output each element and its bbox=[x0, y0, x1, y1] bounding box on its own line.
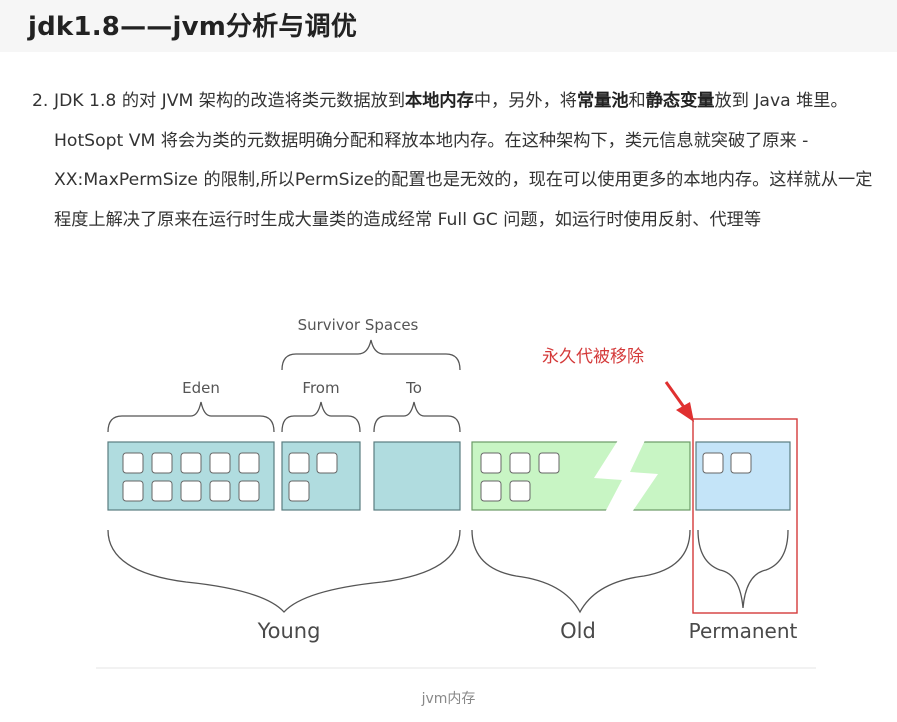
object-cell bbox=[122, 480, 144, 502]
text-segment: JDK 1.8 的对 JVM 架构的改造将类元数据放到 bbox=[54, 91, 406, 111]
paragraph-body: JDK 1.8 的对 JVM 架构的改造将类元数据放到本地内存中，另外，将常量池… bbox=[54, 82, 882, 240]
young-label: Young bbox=[257, 619, 321, 643]
old-label: Old bbox=[560, 619, 596, 643]
permanent-space bbox=[695, 441, 791, 511]
bold-constant-pool: 常量池 bbox=[576, 91, 629, 111]
page-header: jdk1.8——jvm分析与调优 bbox=[0, 0, 897, 52]
text-segment: 和 bbox=[628, 91, 646, 111]
text-segment: 中，另外，将 bbox=[473, 91, 577, 111]
jvm-memory-diagram: Survivor Spaces Eden From To 永久代被移除 Youn… bbox=[96, 292, 816, 670]
list-number: 2. bbox=[32, 91, 49, 111]
object-cell bbox=[209, 480, 231, 502]
eden-brace bbox=[107, 401, 275, 433]
permanent-label: Permanent bbox=[689, 619, 798, 643]
survivor-spaces-label: Survivor Spaces bbox=[298, 316, 419, 334]
bold-native-memory: 本地内存 bbox=[405, 91, 474, 111]
to-space bbox=[373, 441, 461, 511]
eden-label: Eden bbox=[182, 379, 220, 397]
arrow-icon bbox=[676, 402, 694, 422]
old-brace bbox=[471, 529, 691, 614]
permgen-removed-note: 永久代被移除 bbox=[542, 347, 644, 367]
arrow-shaft bbox=[664, 381, 688, 411]
from-brace bbox=[281, 401, 361, 433]
object-cell bbox=[288, 452, 310, 474]
permanent-brace bbox=[697, 529, 789, 609]
survivor-brace bbox=[281, 339, 461, 371]
object-cell bbox=[702, 452, 724, 474]
from-label: From bbox=[302, 379, 339, 397]
object-cell bbox=[509, 452, 531, 474]
object-cell bbox=[316, 452, 338, 474]
object-cell bbox=[180, 480, 202, 502]
bold-static-vars: 静态变量 bbox=[645, 91, 715, 111]
object-cell bbox=[151, 480, 173, 502]
object-cell bbox=[288, 480, 310, 502]
object-cell bbox=[238, 480, 260, 502]
object-cell bbox=[730, 452, 752, 474]
old-space bbox=[471, 441, 691, 511]
object-cell bbox=[509, 480, 531, 502]
object-cell bbox=[151, 452, 173, 474]
article-paragraph: 2. JDK 1.8 的对 JVM 架构的改造将类元数据放到本地内存中，另外，将… bbox=[32, 82, 882, 240]
object-cell bbox=[538, 452, 560, 474]
to-brace bbox=[373, 401, 461, 433]
object-cell bbox=[180, 452, 202, 474]
diagram-svg: Survivor Spaces Eden From To 永久代被移除 Youn… bbox=[96, 316, 816, 669]
object-cell bbox=[480, 452, 502, 474]
page-title: jdk1.8——jvm分析与调优 bbox=[28, 12, 358, 42]
object-cell bbox=[480, 480, 502, 502]
text-segment: 放到 Java 堆里。HotSopt VM 将会为类的元数据明确分配和释放本地内… bbox=[54, 91, 873, 230]
object-cell bbox=[238, 452, 260, 474]
object-cell bbox=[209, 452, 231, 474]
figure-caption: jvm内存 bbox=[421, 691, 476, 707]
young-brace bbox=[107, 529, 461, 613]
object-cell bbox=[122, 452, 144, 474]
to-label: To bbox=[405, 379, 422, 397]
